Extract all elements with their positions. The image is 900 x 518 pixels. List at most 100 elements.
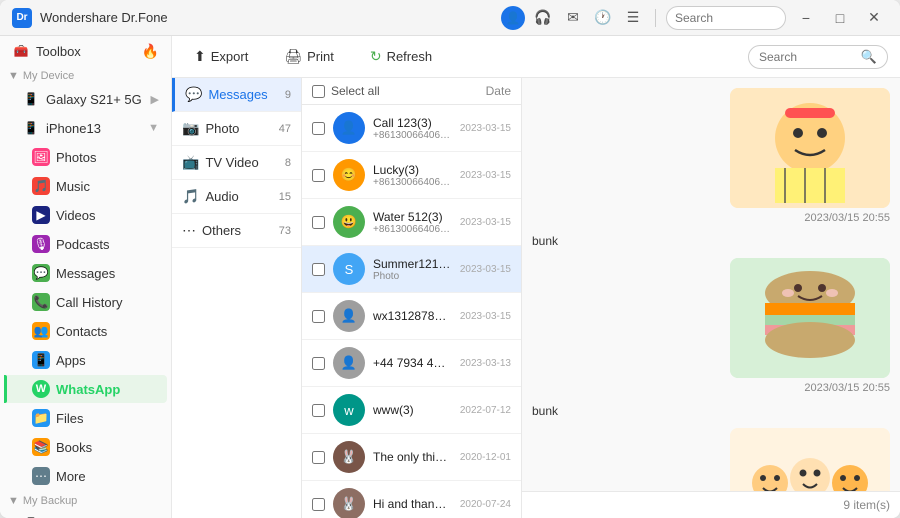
sidebar-item-toolbox[interactable]: 🧰 Toolbox 🔥 (4, 37, 167, 65)
messages-panel: Select all Date 👤 Call 123(3) +861300664… (302, 78, 522, 518)
sidebar-item-iphone13-backup[interactable]: 📱 iPhone13 03/15 (4, 510, 167, 518)
msg-check-1[interactable] (312, 169, 325, 182)
user-avatar-icon[interactable]: 👤 (501, 6, 525, 30)
toolbox-icon: 🧰 (12, 42, 30, 60)
msg-check-6[interactable] (312, 404, 325, 417)
msg-sub-2: +8613006640625 c... (373, 224, 452, 235)
sidebar-item-photos[interactable]: 🖼 Photos (4, 143, 167, 171)
msg-avatar-4: 👤 (333, 300, 365, 332)
mail-icon[interactable]: ✉ (561, 6, 585, 30)
chat-image-block-1: 2023/03/15 20:55 (532, 258, 890, 394)
sidebar-item-files[interactable]: 📁 Files (4, 404, 167, 432)
msg-list-header: Select all Date (302, 78, 521, 105)
sidebar-item-books[interactable]: 📚 Books (4, 433, 167, 461)
export-icon: ⬆ (194, 48, 206, 65)
msg-check-7[interactable] (312, 451, 325, 464)
chat-sender-2: bunk (532, 404, 890, 418)
sidebar-toolbox-label: Toolbox (36, 44, 136, 59)
headphone-icon[interactable]: 🎧 (531, 6, 555, 30)
msg-name-2: Water 512(3) (373, 210, 452, 224)
msg-date-4: 2023-03-15 (460, 311, 511, 322)
search-input[interactable] (759, 50, 856, 64)
msg-item-theonlything[interactable]: 🐰 The only thing that(3) 2020-12-01 (302, 434, 521, 481)
msg-avatar-2: 😃 (333, 206, 365, 238)
chat-thumb-2[interactable] (730, 428, 890, 491)
msg-check-3[interactable] (312, 263, 325, 276)
msg-item-www3[interactable]: w www(3) 2022-07-12 (302, 387, 521, 434)
msg-avatar-3: S (333, 253, 365, 285)
sidebar-item-podcasts[interactable]: 🎙 Podcasts (4, 230, 167, 258)
msg-check-4[interactable] (312, 310, 325, 323)
sidebar-item-iphone13[interactable]: 📱 iPhone13 ▼ (4, 114, 167, 142)
cat-photo-label: Photo (205, 121, 272, 136)
print-icon: 🖨 (284, 48, 302, 65)
sidebar-item-contacts[interactable]: 👥 Contacts (4, 317, 167, 345)
contacts-icon: 👥 (32, 322, 50, 340)
cat-tv-label: TV Video (205, 155, 278, 170)
msg-check-5[interactable] (312, 357, 325, 370)
msg-avatar-1: 😊 (333, 159, 365, 191)
chat-thumb-0[interactable] (730, 88, 890, 208)
sidebar-item-whatsapp[interactable]: W WhatsApp (4, 375, 167, 403)
cat-item-messages[interactable]: 💬 Messages 9 (172, 78, 301, 112)
msg-sub-3: Photo (373, 271, 452, 282)
iphone-icon: 📱 (22, 119, 40, 137)
msg-item-hiandthanks[interactable]: 🐰 Hi and thanks(3) 2020-07-24 (302, 481, 521, 518)
sidebar-mybackup-section[interactable]: ▼ My Backup (0, 491, 171, 509)
refresh-button[interactable]: ↻ Refresh (360, 44, 442, 69)
export-button[interactable]: ⬆ Export (184, 44, 258, 69)
msg-info-7: The only thing that(3) (373, 450, 452, 464)
msg-item-summer1215[interactable]: S Summer1215(246) Photo 2023-03-15 (302, 246, 521, 293)
msg-check-8[interactable] (312, 498, 325, 511)
msg-date-2: 2023-03-15 (460, 217, 511, 228)
msg-item-plus44[interactable]: 👤 +44 7934 457178(16) 2023-03-13 (302, 340, 521, 387)
history-icon[interactable]: 🕐 (591, 6, 615, 30)
music-label: Music (56, 179, 159, 194)
cat-photo-icon: 📷 (182, 120, 199, 137)
msg-item-call123[interactable]: 👤 Call 123(3) +8613006640625 c... 2023-0… (302, 105, 521, 152)
sidebar-item-callhistory[interactable]: 📞 Call History (4, 288, 167, 316)
mydevice-label: My Device (23, 70, 74, 82)
cat-others-count: 73 (279, 225, 291, 237)
files-icon: 📁 (32, 409, 50, 427)
expand-icon-2: ▼ (8, 495, 19, 507)
sidebar-mydevice-section[interactable]: ▼ My Device (0, 66, 171, 84)
select-all-checkbox[interactable] (312, 85, 325, 98)
sidebar-item-videos[interactable]: ▶ Videos (4, 201, 167, 229)
msg-check-2[interactable] (312, 216, 325, 229)
categories-panel: 💬 Messages 9 📷 Photo 47 📺 TV Video 8 (172, 78, 302, 518)
msg-name-1: Lucky(3) (373, 163, 452, 177)
msg-item-lucky[interactable]: 😊 Lucky(3) +8613006640625 c... 2023-03-1… (302, 152, 521, 199)
sidebar-item-galaxy[interactable]: 📱 Galaxy S21+ 5G ▶ (4, 85, 167, 113)
sidebar-item-messages[interactable]: 💬 Messages (4, 259, 167, 287)
minimize-button[interactable]: − (792, 4, 820, 32)
sidebar-item-apps[interactable]: 📱 Apps (4, 346, 167, 374)
whatsapp-icon: W (32, 380, 50, 398)
sidebar-item-music[interactable]: 🎵 Music (4, 172, 167, 200)
refresh-icon: ↻ (370, 48, 382, 65)
more-icon: ⋯ (32, 467, 50, 485)
close-button[interactable]: ✕ (860, 4, 888, 32)
cat-item-photo[interactable]: 📷 Photo 47 (172, 112, 301, 146)
msg-info-1: Lucky(3) +8613006640625 c... (373, 163, 452, 188)
sidebar-item-more[interactable]: ⋯ More (4, 462, 167, 490)
print-button[interactable]: 🖨 Print (274, 44, 344, 69)
menu-icon[interactable]: ☰ (621, 6, 645, 30)
cat-item-others[interactable]: ⋯ Others 73 (172, 214, 301, 248)
chevron-right-icon: ▶ (151, 93, 159, 106)
cat-item-tv-video[interactable]: 📺 TV Video 8 (172, 146, 301, 180)
item-count: 9 item(s) (843, 498, 890, 512)
galaxy-label: Galaxy S21+ 5G (46, 92, 145, 107)
title-search-input[interactable] (666, 6, 786, 30)
cat-messages-count: 9 (285, 89, 291, 101)
cat-item-audio[interactable]: 🎵 Audio 15 (172, 180, 301, 214)
chat-thumb-1[interactable] (730, 258, 890, 378)
msg-item-water512[interactable]: 😃 Water 512(3) +8613006640625 c... 2023-… (302, 199, 521, 246)
maximize-button[interactable]: □ (826, 4, 854, 32)
msg-item-wx131[interactable]: 👤 wx13128788841(67) 2023-03-15 (302, 293, 521, 340)
msg-name-6: www(3) (373, 403, 452, 417)
podcasts-label: Podcasts (56, 237, 159, 252)
msg-check-0[interactable] (312, 122, 325, 135)
chevron-down-icon2: ▼ (148, 122, 159, 134)
callhistory-icon: 📞 (32, 293, 50, 311)
